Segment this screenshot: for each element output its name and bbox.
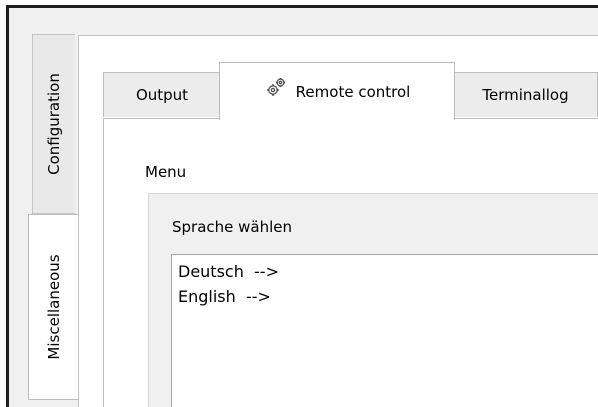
side-tab-miscellaneous[interactable]: Miscellaneous (28, 214, 78, 400)
side-tab-miscellaneous-label: Miscellaneous (44, 254, 63, 360)
tab-terminallog-label: Terminallog (482, 86, 569, 104)
side-tab-configuration[interactable]: Configuration (32, 34, 75, 214)
side-tab-configuration-label: Configuration (45, 73, 63, 175)
tab-remote-control[interactable]: Remote control (219, 62, 455, 120)
tab-output[interactable]: Output (103, 72, 221, 117)
tab-remote-control-label: Remote control (295, 82, 411, 101)
tab-terminallog[interactable]: Terminallog (453, 72, 598, 117)
list-item-english[interactable]: English --> (178, 287, 271, 306)
menu-label: Menu (145, 163, 187, 181)
list-item-deutsch[interactable]: Deutsch --> (178, 262, 279, 281)
language-select-label: Sprache wählen (172, 218, 293, 236)
gears-icon (264, 75, 288, 99)
language-list[interactable]: Deutsch --> English --> (171, 254, 598, 407)
tab-output-label: Output (135, 86, 189, 104)
